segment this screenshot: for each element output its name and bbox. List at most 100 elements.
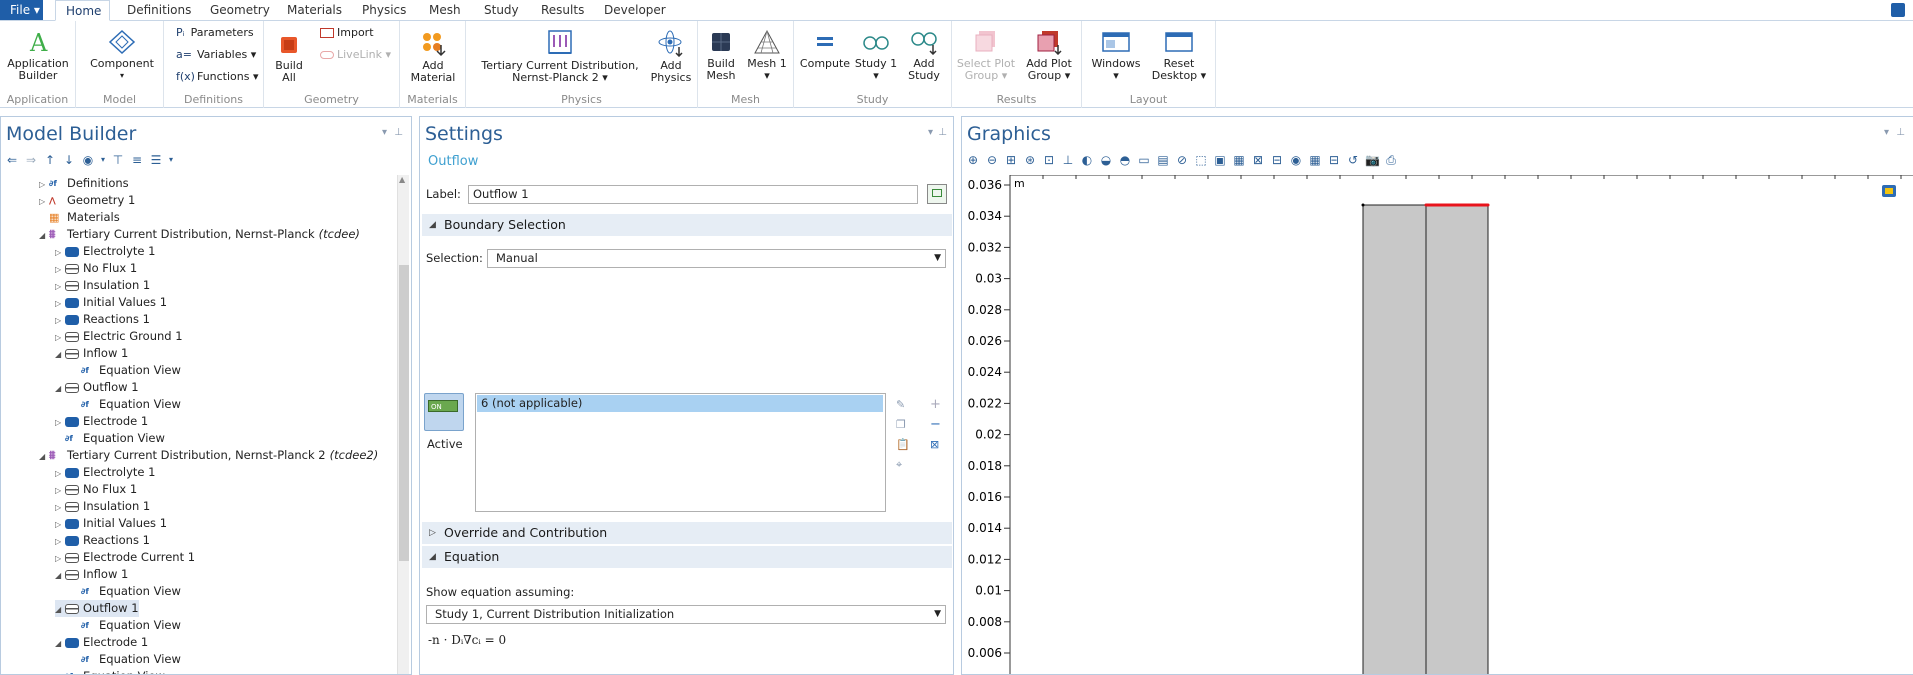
zoom-in-icon[interactable]: ⊕ (966, 153, 980, 167)
pin-icon[interactable]: ⊥ (394, 127, 403, 138)
panel-dropdown-icon[interactable]: ▾ (928, 127, 933, 138)
screenshot-icon[interactable]: 📷 (1365, 153, 1380, 167)
select-boundaries-icon[interactable]: ▣ (1213, 153, 1227, 167)
collapse-all-icon[interactable]: ⊤ (111, 153, 125, 167)
tree-node[interactable]: ∂f Equation View (71, 583, 181, 600)
build-all-button[interactable]: Build All (270, 33, 308, 84)
tree-node[interactable]: ▷ ∂f Definitions (39, 175, 129, 192)
tree-node[interactable]: ◢ Outflow 1 (55, 600, 139, 617)
expand-arrow-icon[interactable]: ▷ (39, 176, 49, 193)
expand-arrow-icon[interactable]: ▷ (55, 278, 65, 295)
tree-options-dropdown-icon[interactable]: ▾ (168, 153, 174, 167)
selection-dropdown[interactable]: Manual ▼ (487, 249, 946, 268)
tree-node[interactable]: ◢ ⩩ Tertiary Current Distribution, Nernst-… (39, 226, 360, 243)
tab-study[interactable]: Study (484, 0, 519, 21)
tab-definitions[interactable]: Definitions (127, 0, 191, 21)
expand-arrow-icon[interactable]: ▷ (55, 550, 65, 567)
zoom-out-icon[interactable]: ⊖ (985, 153, 999, 167)
tree-node[interactable]: ▷ Reactions 1 (55, 311, 150, 328)
clipboard-icon[interactable]: 📋 (896, 435, 910, 455)
select-all-icon[interactable]: ⊠ (1251, 153, 1265, 167)
tree-scrollbar[interactable]: ▲ (397, 175, 409, 674)
wireframe-icon[interactable]: ◓ (1118, 153, 1132, 167)
add-plot-group-button[interactable]: Add Plot Group ▾ (1018, 29, 1080, 82)
tab-developer[interactable]: Developer (604, 0, 666, 21)
tree-node[interactable]: ∂f Equation View (55, 668, 165, 674)
tree-node[interactable]: ◢ Electrode 1 (55, 634, 148, 651)
expand-arrow-icon[interactable]: ▷ (55, 516, 65, 533)
panel-dropdown-icon[interactable]: ▾ (382, 127, 387, 138)
pin-icon[interactable]: ⊥ (1896, 127, 1905, 138)
tree-node[interactable]: ◢ Inflow 1 (55, 345, 128, 362)
collapse-arrow-icon[interactable]: ◢ (55, 567, 65, 584)
tab-geometry[interactable]: Geometry (210, 0, 270, 21)
reset-desktop-button[interactable]: Reset Desktop ▾ (1148, 29, 1210, 82)
application-builder-button[interactable]: A Application Builder (3, 29, 73, 82)
forward-icon[interactable]: ⇒ (24, 153, 38, 167)
functions-button[interactable]: f(x) Functions ▾ (176, 70, 259, 83)
vertex-point[interactable] (1424, 203, 1428, 207)
list-item[interactable]: 6 (not applicable) (477, 395, 883, 412)
tree-node[interactable]: ▷ ⋀ Geometry 1 (39, 192, 135, 209)
help-icon[interactable] (1891, 3, 1905, 17)
clear-selection-icon[interactable]: ⊠ (930, 435, 941, 455)
tree-node[interactable]: ∂f Equation View (71, 651, 181, 668)
tree-node[interactable]: ▷ Electrolyte 1 (55, 243, 155, 260)
paste-selection-icon[interactable]: ✎ (896, 395, 910, 415)
back-icon[interactable]: ⇐ (5, 153, 19, 167)
build-mesh-button[interactable]: Build Mesh (700, 29, 742, 82)
expand-arrow-icon[interactable]: ▷ (39, 193, 49, 210)
select-plot-group-button[interactable]: Select Plot Group ▾ (956, 29, 1016, 82)
expand-arrow-icon[interactable]: ▷ (55, 261, 65, 278)
show-dropdown-icon[interactable]: ▾ (100, 153, 106, 167)
active-toggle-button[interactable]: ON (424, 393, 464, 431)
tree-node[interactable]: ▷ Electrolyte 1 (55, 464, 155, 481)
print-icon[interactable]: ⎙ (1384, 153, 1398, 167)
comments-icon[interactable] (927, 184, 947, 204)
equation-section[interactable]: ◢ Equation (422, 546, 952, 568)
collapse-arrow-icon[interactable]: ◢ (55, 346, 65, 363)
expand-all-icon[interactable]: ≡ (130, 153, 144, 167)
zoom-selected-icon[interactable]: ⊛ (1023, 153, 1037, 167)
add-physics-button[interactable]: Add Physics (646, 29, 696, 84)
import-button[interactable]: Import (320, 26, 374, 39)
mesh1-button[interactable]: Mesh 1 ▾ (744, 29, 790, 82)
vertex-point[interactable] (1361, 203, 1365, 207)
show-equation-dropdown[interactable]: Study 1, Current Distribution Initializa… (426, 605, 946, 624)
collapse-arrow-icon[interactable]: ◢ (39, 227, 49, 244)
label-field[interactable]: Outflow 1 (468, 185, 918, 204)
hide-icon[interactable]: ⊘ (1175, 153, 1189, 167)
view-icon[interactable]: ◉ (1289, 153, 1303, 167)
tab-physics[interactable]: Physics (362, 0, 406, 21)
expand-arrow-icon[interactable]: ▷ (55, 499, 65, 516)
expand-arrow-icon[interactable]: ▷ (55, 482, 65, 499)
tree-node[interactable]: ∂f Equation View (55, 430, 165, 447)
livelink-button[interactable]: LiveLink ▾ (320, 48, 391, 61)
tree-node[interactable]: ▷ Electrode 1 (55, 413, 148, 430)
tree-node[interactable]: ▷ No Flux 1 (55, 481, 137, 498)
tree-node[interactable]: ▷ Reactions 1 (55, 532, 150, 549)
tree-node[interactable]: ▷ Insulation 1 (55, 498, 150, 515)
zoom-extents-icon[interactable]: ⊡ (1042, 153, 1056, 167)
collapse-arrow-icon[interactable]: ◢ (39, 448, 49, 465)
tab-mesh[interactable]: Mesh (429, 0, 461, 21)
add-material-button[interactable]: Add Material (404, 29, 462, 84)
expand-arrow-icon[interactable]: ▷ (55, 465, 65, 482)
expand-arrow-icon[interactable]: ▷ (55, 244, 65, 261)
component-button[interactable]: Component ▾ (88, 29, 156, 82)
study1-button[interactable]: Study 1 ▾ (854, 29, 898, 82)
domain-left[interactable] (1362, 204, 1427, 675)
tab-home[interactable]: Home (55, 0, 110, 21)
tree-node[interactable]: ▷ Electrode Current 1 (55, 549, 195, 566)
render-mode-icon[interactable]: ▭ (1137, 153, 1151, 167)
scene-light-icon[interactable]: ◐ (1080, 153, 1094, 167)
tree-options-icon[interactable]: ☰ (149, 153, 163, 167)
domain-right[interactable] (1425, 204, 1489, 675)
grid-icon[interactable]: ▦ (1308, 153, 1322, 167)
tree-node[interactable]: ▦ Materials (39, 209, 120, 226)
tree-node[interactable]: ∂f Equation View (71, 396, 181, 413)
expand-arrow-icon[interactable]: ▷ (55, 533, 65, 550)
compute-button[interactable]: Compute (798, 29, 852, 70)
add-study-button[interactable]: Add Study (900, 29, 948, 82)
pin-icon[interactable]: ⊥ (938, 127, 947, 138)
